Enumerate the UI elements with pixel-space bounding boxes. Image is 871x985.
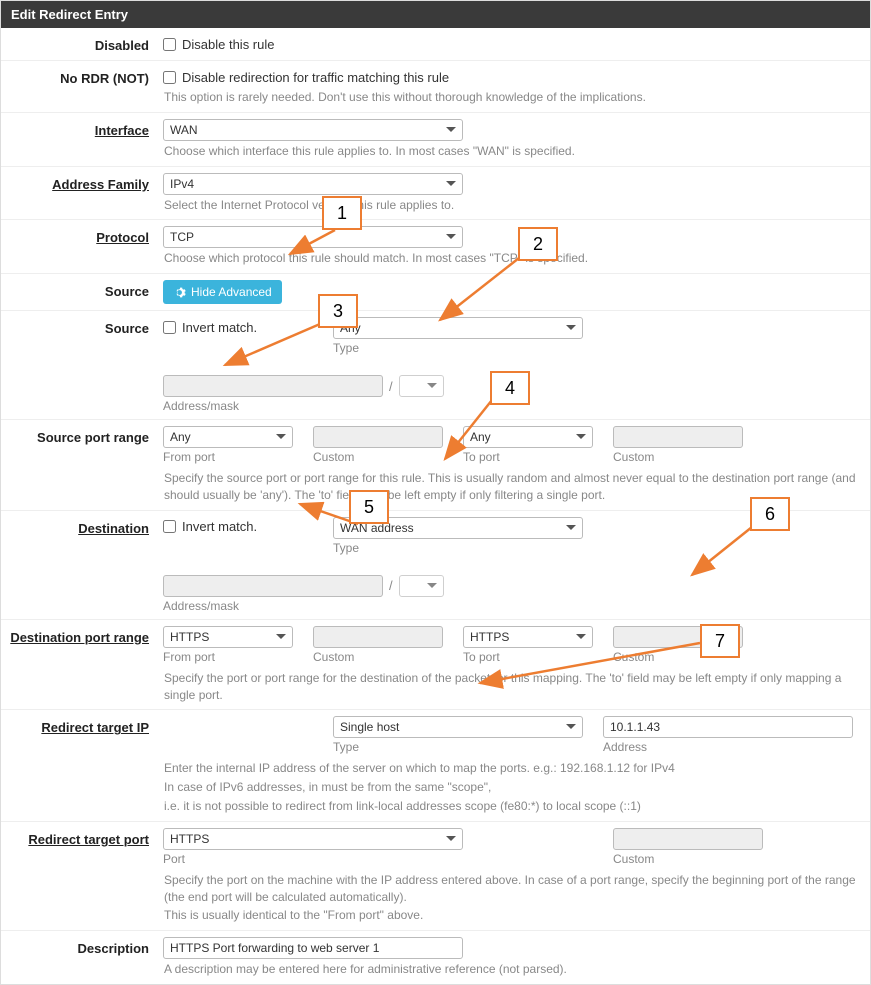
label-nordr: No RDR (NOT): [60, 71, 149, 86]
source-mask-select[interactable]: [399, 375, 444, 397]
callout-6: 6: [750, 497, 790, 531]
label-redirect-port: Redirect target port: [28, 832, 149, 847]
redirect-ip-help2: In case of IPv6 addresses, in must be fr…: [163, 779, 860, 796]
dst-to-port-select[interactable]: HTTPS: [463, 626, 593, 648]
dest-address-input[interactable]: [163, 575, 383, 597]
row-nordr: No RDR (NOT) Disable redirection for tra…: [1, 60, 870, 112]
label-destination: Destination: [78, 521, 149, 536]
label-protocol: Protocol: [96, 230, 149, 245]
description-input[interactable]: [163, 937, 463, 959]
label-description: Description: [77, 941, 149, 956]
dst-from-sublabel: From port: [163, 650, 293, 664]
redirect-address-input[interactable]: [603, 716, 853, 738]
source-mask-sublabel: Address/mask: [163, 399, 444, 413]
dst-from-port-select[interactable]: HTTPS: [163, 626, 293, 648]
gear-icon: [173, 286, 186, 299]
source-address-input[interactable]: [163, 375, 383, 397]
slash-icon: /: [387, 578, 395, 593]
hide-advanced-button[interactable]: Hide Advanced: [163, 280, 282, 304]
source-invert-wrap[interactable]: Invert match.: [163, 317, 313, 337]
row-description: Description A description may be entered…: [1, 930, 870, 984]
disabled-checkbox[interactable]: [163, 38, 176, 51]
src-from-port-select[interactable]: Any: [163, 426, 293, 448]
row-redirect-port: Redirect target port HTTPS Port Custom S…: [1, 821, 870, 930]
row-redirect-ip: Redirect target IP Single host Type Addr…: [1, 709, 870, 820]
dest-invert-checkbox[interactable]: [163, 520, 176, 533]
label-addrfam: Address Family: [52, 177, 149, 192]
dst-to-sublabel: To port: [463, 650, 593, 664]
row-src-port: Source port range Any From port Custom A…: [1, 419, 870, 510]
dest-mask-sublabel: Address/mask: [163, 599, 444, 613]
disabled-text: Disable this rule: [182, 37, 275, 52]
label-source-btn: Source: [105, 284, 149, 299]
description-help: A description may be entered here for ad…: [163, 961, 860, 978]
row-destination: Destination Invert match. WAN address Ty…: [1, 510, 870, 619]
source-invert-checkbox[interactable]: [163, 321, 176, 334]
src-from-custom-input[interactable]: [313, 426, 443, 448]
dest-type-sublabel: Type: [333, 541, 583, 555]
row-interface: Interface WAN Choose which interface thi…: [1, 112, 870, 166]
redirect-type-select[interactable]: Single host: [333, 716, 583, 738]
redirect-type-sublabel: Type: [333, 740, 583, 754]
dest-mask-select[interactable]: [399, 575, 444, 597]
redirect-port-sublabel: Port: [163, 852, 463, 866]
source-type-select[interactable]: Any: [333, 317, 583, 339]
label-dst-port: Destination port range: [10, 630, 149, 645]
redirect-port-custom-input[interactable]: [613, 828, 763, 850]
label-src-port: Source port range: [37, 430, 149, 445]
label-source: Source: [105, 321, 149, 336]
panel-title: Edit Redirect Entry: [1, 1, 870, 28]
redirect-port-select[interactable]: HTTPS: [163, 828, 463, 850]
dst-from-custom-sublabel: Custom: [313, 650, 443, 664]
redirect-address-sublabel: Address: [603, 740, 853, 754]
callout-3: 3: [318, 294, 358, 328]
dest-invert-text: Invert match.: [182, 519, 257, 534]
src-from-custom-sublabel: Custom: [313, 450, 443, 464]
row-addrfam: Address Family IPv4 Select the Internet …: [1, 166, 870, 220]
dest-invert-wrap[interactable]: Invert match.: [163, 517, 313, 537]
nordr-checkbox[interactable]: [163, 71, 176, 84]
label-redirect-ip: Redirect target IP: [41, 720, 149, 735]
slash-icon: /: [387, 379, 395, 394]
src-to-custom-input[interactable]: [613, 426, 743, 448]
interface-help: Choose which interface this rule applies…: [163, 143, 860, 160]
redirect-port-help2: This is usually identical to the "From p…: [163, 907, 860, 924]
row-disabled: Disabled Disable this rule: [1, 28, 870, 60]
src-to-custom-sublabel: Custom: [613, 450, 743, 464]
callout-1: 1: [322, 196, 362, 230]
src-to-sublabel: To port: [463, 450, 593, 464]
row-protocol: Protocol TCP Choose which protocol this …: [1, 219, 870, 273]
redirect-port-custom-sublabel: Custom: [613, 852, 763, 866]
nordr-help: This option is rarely needed. Don't use …: [163, 89, 860, 106]
callout-5: 5: [349, 490, 389, 524]
callout-7: 7: [700, 624, 740, 658]
hide-advanced-label: Hide Advanced: [191, 285, 272, 299]
source-invert-text: Invert match.: [182, 320, 257, 335]
src-to-port-select[interactable]: Any: [463, 426, 593, 448]
disabled-checkbox-wrap[interactable]: Disable this rule: [163, 34, 860, 54]
label-interface: Interface: [95, 123, 149, 138]
protocol-select[interactable]: TCP: [163, 226, 463, 248]
addrfam-help: Select the Internet Protocol version thi…: [163, 197, 860, 214]
callout-4: 4: [490, 371, 530, 405]
dst-port-help: Specify the port or port range for the d…: [163, 670, 860, 704]
addrfam-select[interactable]: IPv4: [163, 173, 463, 195]
label-disabled: Disabled: [95, 38, 149, 53]
protocol-help: Choose which protocol this rule should m…: [163, 250, 860, 267]
row-source: Source Invert match. Any Type /: [1, 310, 870, 419]
panel-edit-redirect: Edit Redirect Entry Disabled Disable thi…: [0, 0, 871, 985]
row-source-btn: Source Hide Advanced: [1, 273, 870, 310]
interface-select[interactable]: WAN: [163, 119, 463, 141]
redirect-ip-help3: i.e. it is not possible to redirect from…: [163, 798, 860, 815]
redirect-ip-help1: Enter the internal IP address of the ser…: [163, 760, 860, 777]
nordr-text: Disable redirection for traffic matching…: [182, 70, 449, 85]
redirect-port-help1: Specify the port on the machine with the…: [163, 872, 860, 906]
dst-from-custom-input[interactable]: [313, 626, 443, 648]
src-from-sublabel: From port: [163, 450, 293, 464]
source-type-sublabel: Type: [333, 341, 583, 355]
nordr-checkbox-wrap[interactable]: Disable redirection for traffic matching…: [163, 67, 860, 87]
callout-2: 2: [518, 227, 558, 261]
